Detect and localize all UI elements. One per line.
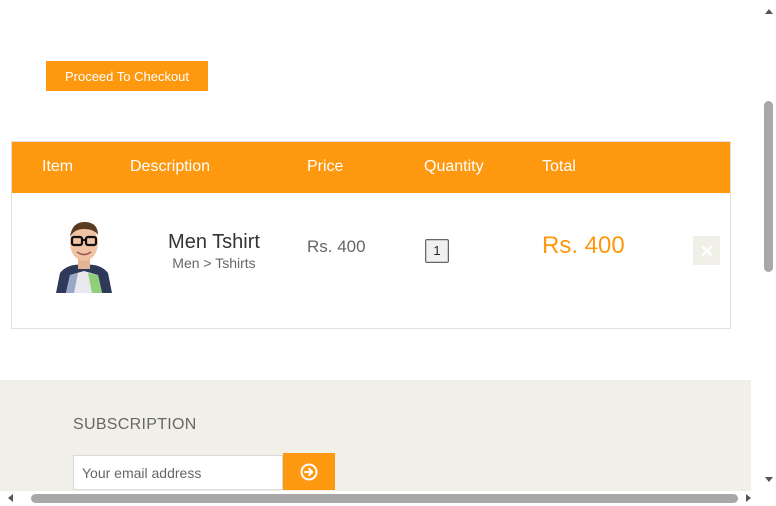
horizontal-scrollbar[interactable] xyxy=(0,491,762,506)
subscription-section: SUBSCRIPTION Your email address xyxy=(0,380,751,491)
product-category: Men > Tshirts xyxy=(172,255,256,271)
scroll-right-arrow-icon[interactable] xyxy=(746,494,751,502)
scroll-down-arrow-icon[interactable] xyxy=(765,477,773,482)
column-header-item: Item xyxy=(42,158,74,175)
scroll-up-arrow-icon[interactable] xyxy=(765,9,773,14)
proceed-to-checkout-button[interactable]: Proceed To Checkout xyxy=(46,61,208,91)
close-icon xyxy=(701,245,712,256)
subscription-title: SUBSCRIPTION xyxy=(73,416,197,433)
man-in-glasses-product-photo xyxy=(48,213,120,293)
arrow-circle-right-icon xyxy=(300,463,318,480)
horizontal-scroll-thumb[interactable] xyxy=(31,494,738,503)
column-header-quantity: Quantity xyxy=(424,158,484,175)
column-header-total: Total xyxy=(542,158,576,175)
cart-table-header: Item Description Price Quantity Total xyxy=(12,142,730,193)
page-viewport: Proceed To Checkout Item Description Pri… xyxy=(0,0,762,491)
email-input[interactable]: Your email address xyxy=(73,455,283,490)
product-image[interactable] xyxy=(48,213,120,293)
vertical-scroll-thumb[interactable] xyxy=(764,101,773,272)
column-header-description: Description xyxy=(130,158,211,175)
vertical-scrollbar[interactable] xyxy=(762,0,776,491)
quantity-button[interactable]: 1 xyxy=(425,239,449,263)
product-total: Rs. 400 xyxy=(542,232,625,259)
product-name[interactable]: Men Tshirt xyxy=(158,231,270,254)
scrollbar-corner xyxy=(762,491,776,506)
column-header-price: Price xyxy=(307,158,344,175)
subscribe-button[interactable] xyxy=(283,453,335,490)
product-price: Rs. 400 xyxy=(307,237,366,256)
cart-table: Item Description Price Quantity Total Me… xyxy=(11,141,731,329)
scroll-left-arrow-icon[interactable] xyxy=(8,494,13,502)
delete-item-button[interactable] xyxy=(693,236,720,265)
